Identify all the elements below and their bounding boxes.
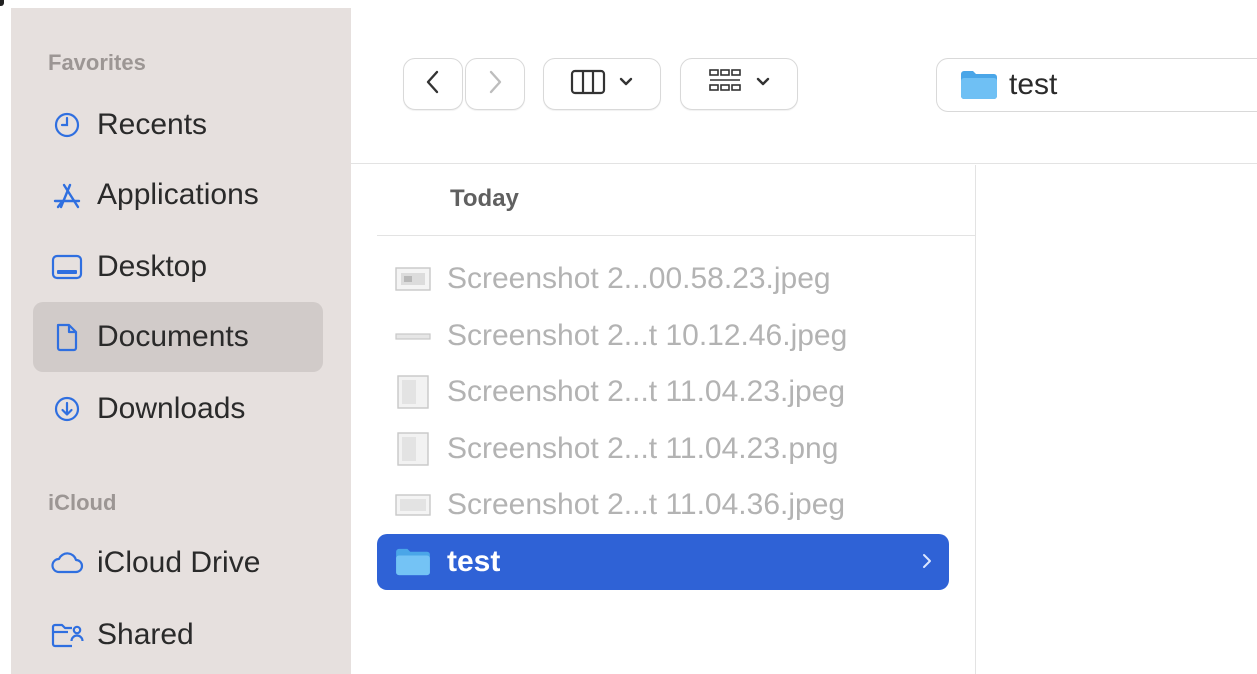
cloud-icon	[45, 543, 89, 583]
browser-column: Today Screenshot 2...00.58.23.jpeg Scree…	[351, 165, 976, 674]
file-name: Screenshot 2...t 11.04.36.jpeg	[447, 488, 846, 521]
sidebar-item-label: Documents	[97, 320, 249, 353]
clock-icon	[45, 105, 89, 145]
file-row-selected[interactable]: test	[377, 534, 949, 590]
folder-icon	[393, 545, 433, 579]
file-name: test	[447, 545, 501, 578]
favorites-header: Favorites	[48, 50, 146, 75]
path-control[interactable]: test	[936, 58, 1257, 112]
file-name: Screenshot 2...t 11.04.23.png	[447, 432, 839, 465]
group-grid-icon	[707, 67, 743, 102]
sidebar-item-label: Applications	[97, 178, 259, 211]
window-edge	[0, 0, 11, 674]
group-header: Today	[450, 185, 519, 212]
file-row[interactable]: Screenshot 2...00.58.23.jpeg	[377, 251, 949, 307]
view-mode-button[interactable]	[543, 58, 661, 110]
document-icon	[45, 317, 89, 357]
icloud-header: iCloud	[48, 490, 117, 515]
file-row[interactable]: Screenshot 2...t 11.04.23.png	[377, 421, 949, 477]
back-chevron-icon	[425, 69, 441, 100]
sidebar-item-label: iCloud Drive	[97, 546, 261, 579]
toolbar: test	[351, 8, 1257, 164]
columns-view-icon	[570, 69, 606, 100]
sidebar-item-applications[interactable]: Applications	[33, 160, 323, 230]
window-corner	[0, 0, 4, 6]
folder-icon	[959, 69, 999, 101]
sidebar: Favorites Recents Applications Desktop D…	[11, 8, 351, 674]
file-name: Screenshot 2...t 10.12.46.jpeg	[447, 319, 848, 352]
path-label: test	[1009, 68, 1058, 101]
forward-button[interactable]	[465, 58, 525, 110]
sidebar-item-recents[interactable]: Recents	[33, 90, 323, 160]
sidebar-item-label: Downloads	[97, 392, 246, 425]
sidebar-item-shared[interactable]: Shared	[33, 600, 323, 670]
sidebar-item-desktop[interactable]: Desktop	[33, 232, 323, 302]
sidebar-item-label: Recents	[97, 108, 208, 141]
finder-window: Favorites Recents Applications Desktop D…	[0, 0, 1257, 674]
download-icon	[45, 389, 89, 429]
image-thumbnail-icon	[393, 375, 433, 409]
image-thumbnail-icon	[393, 262, 433, 296]
file-name: Screenshot 2...t 11.04.23.jpeg	[447, 375, 846, 408]
shared-folder-icon	[45, 615, 89, 655]
sidebar-item-label: Shared	[97, 618, 194, 651]
applications-icon	[45, 175, 89, 215]
file-row[interactable]: Screenshot 2...t 11.04.23.jpeg	[377, 364, 949, 420]
preview-column	[977, 165, 1257, 674]
image-thumbnail-icon	[393, 432, 433, 466]
sidebar-item-documents[interactable]: Documents	[33, 302, 323, 372]
forward-chevron-icon	[487, 69, 503, 100]
file-name: Screenshot 2...00.58.23.jpeg	[447, 262, 831, 295]
image-thumbnail-icon	[393, 488, 433, 522]
group-divider	[377, 235, 975, 236]
group-button[interactable]	[680, 58, 798, 110]
sidebar-item-label: Desktop	[97, 250, 208, 283]
image-thumbnail-icon	[393, 319, 433, 353]
chevron-right-icon	[921, 550, 933, 577]
chevron-down-icon	[755, 75, 771, 93]
file-row[interactable]: Screenshot 2...t 10.12.46.jpeg	[377, 308, 949, 364]
desktop-icon	[45, 247, 89, 287]
chevron-down-icon	[618, 75, 634, 93]
back-button[interactable]	[403, 58, 463, 110]
file-row[interactable]: Screenshot 2...t 11.04.36.jpeg	[377, 477, 949, 533]
sidebar-item-downloads[interactable]: Downloads	[33, 374, 323, 444]
sidebar-item-icloud-drive[interactable]: iCloud Drive	[33, 528, 323, 598]
